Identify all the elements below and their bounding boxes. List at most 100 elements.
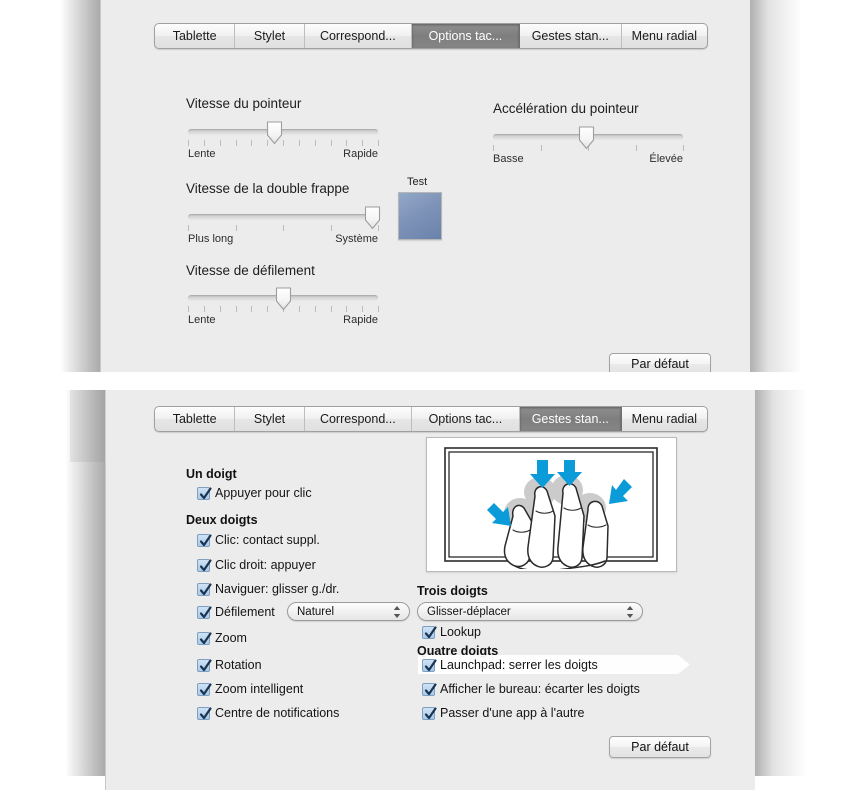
slider-tick [203, 140, 205, 146]
tab-stylet[interactable]: Stylet [235, 407, 305, 431]
slider-max-label: Rapide [343, 314, 378, 326]
checkbox-row-launchpad[interactable]: Launchpad: serrer les doigts [422, 656, 598, 674]
slider-tick [314, 140, 316, 146]
tab-label: Options tac... [428, 412, 503, 426]
checkbox-label: Afficher le bureau: écarter les doigts [440, 682, 640, 696]
checkbox-icon[interactable] [197, 605, 212, 619]
slider-min-label: Basse [493, 153, 524, 165]
window-shadow-left-top [60, 0, 100, 372]
slider-ticks [188, 225, 379, 232]
checkbox-row-rotation[interactable]: Rotation [197, 656, 262, 674]
slider-tick [683, 145, 684, 151]
slider-tick [219, 140, 221, 146]
label-acceleration-pointeur: Accélération du pointeur [493, 101, 639, 116]
checkbox-row-clic-droit-appuyer[interactable]: Clic droit: appuyer [197, 556, 316, 574]
checkbox-icon[interactable] [197, 658, 212, 672]
slider-tick [346, 140, 348, 146]
checkbox-icon[interactable] [422, 658, 437, 672]
tab-gestes-standards[interactable]: Gestes stan... [519, 407, 622, 431]
tab-stylet[interactable]: Stylet [235, 24, 305, 48]
slider-tick [235, 140, 237, 146]
checkbox-row-zoom[interactable]: Zoom [197, 629, 247, 647]
slider-tick [251, 306, 253, 312]
label-vitesse-defilement: Vitesse de défilement [186, 263, 315, 278]
checkbox-icon[interactable] [197, 558, 212, 572]
slider-track [188, 214, 378, 220]
default-button-bottom[interactable]: Par défaut [609, 736, 711, 758]
checkbox-icon[interactable] [197, 706, 212, 720]
slider-tick [362, 140, 364, 146]
checkbox-row-defilement[interactable]: Défilement [197, 603, 275, 621]
checkbox-label: Clic: contact suppl. [215, 533, 320, 547]
checkbox-icon[interactable] [197, 631, 212, 645]
slider-tick [362, 306, 364, 312]
default-button-label: Par défaut [631, 740, 689, 754]
stepper-arrows-icon [626, 605, 634, 622]
checkbox-icon[interactable] [197, 682, 212, 696]
window-shadow-right-bottom [755, 390, 807, 776]
checkbox-row-appuyer-pour-clic[interactable]: Appuyer pour clic [197, 484, 312, 502]
checkbox-label: Zoom [215, 631, 247, 645]
heading-trois-doigts: Trois doigts [417, 584, 488, 598]
slider-tick [635, 145, 637, 151]
checkbox-row-zoom-intelligent[interactable]: Zoom intelligent [197, 680, 303, 698]
heading-un-doigt: Un doigt [186, 467, 237, 481]
checkbox-row-centre-notifications[interactable]: Centre de notifications [197, 704, 339, 722]
tab-options-tactiles[interactable]: Options tac... [412, 407, 520, 431]
checkbox-icon[interactable] [422, 706, 437, 720]
checkbox-label: Zoom intelligent [215, 682, 304, 696]
tab-options-tactiles[interactable]: Options tac... [411, 24, 520, 48]
slider-tick [235, 225, 237, 231]
tab-label: Tablette [172, 29, 217, 43]
checkbox-row-passer-app[interactable]: Passer d'une app à l'autre [422, 704, 584, 722]
slider-tick [251, 140, 253, 146]
checkbox-label: Passer d'une app à l'autre [440, 706, 585, 720]
slider-thumb[interactable] [265, 121, 284, 150]
tab-correspondance[interactable]: Correspond... [305, 407, 412, 431]
slider-thumb[interactable] [363, 206, 382, 235]
slider-tick [298, 140, 300, 146]
checkbox-icon[interactable] [422, 625, 437, 639]
tab-gestes-standards[interactable]: Gestes stan... [520, 24, 622, 48]
checkbox-label: Lookup [440, 625, 482, 639]
slider-tick [219, 306, 221, 312]
slider-tick [540, 145, 542, 151]
slider-tick [346, 306, 348, 312]
popup-value: Naturel [297, 605, 335, 618]
checkbox-label: Appuyer pour clic [215, 486, 312, 500]
tab-correspondance[interactable]: Correspond... [305, 24, 412, 48]
checkbox-icon[interactable] [197, 582, 212, 596]
slider-thumb[interactable] [274, 287, 293, 316]
checkbox-row-afficher-bureau[interactable]: Afficher le bureau: écarter les doigts [422, 680, 640, 698]
test-color-swatch[interactable] [398, 192, 442, 240]
tab-menu-radial[interactable]: Menu radial [622, 407, 707, 431]
checkbox-icon[interactable] [197, 533, 212, 547]
checkbox-label: Rotation [215, 658, 262, 672]
popup-defilement-mode[interactable]: Naturel [287, 602, 410, 621]
popup-trois-doigts-action[interactable]: Glisser-déplacer [417, 602, 643, 621]
tab-bar-top[interactable]: Tablette Stylet Correspond... Options ta… [154, 23, 708, 49]
tab-menu-radial[interactable]: Menu radial [622, 24, 707, 48]
checkbox-row-clic-contact-suppl[interactable]: Clic: contact suppl. [197, 531, 320, 549]
panel-separator-gap [0, 372, 850, 390]
heading-deux-doigts: Deux doigts [186, 513, 258, 527]
checkbox-icon[interactable] [197, 486, 212, 500]
checkbox-label: Clic droit: appuyer [215, 558, 316, 572]
slider-thumb[interactable] [577, 126, 596, 155]
label-vitesse-pointeur: Vitesse du pointeur [186, 96, 302, 111]
checkbox-label: Launchpad: serrer les doigts [440, 658, 598, 672]
slider-min-label: Lente [188, 148, 216, 160]
stepper-arrows-icon [393, 605, 401, 622]
slider-min-label: Plus long [188, 233, 234, 245]
slider-tick [188, 225, 189, 231]
checkbox-row-lookup[interactable]: Lookup [422, 623, 481, 641]
checkbox-row-naviguer-glisser[interactable]: Naviguer: glisser g./dr. [197, 580, 339, 598]
tab-bar-bottom[interactable]: Tablette Stylet Correspond... Options ta… [154, 406, 708, 432]
window-shadow-right-top [750, 0, 802, 372]
checkbox-icon[interactable] [422, 682, 437, 696]
checkbox-label: Centre de notifications [215, 706, 340, 720]
slider-tick [267, 306, 269, 312]
slider-tick [298, 306, 300, 312]
tab-tablette[interactable]: Tablette [155, 407, 236, 431]
tab-tablette[interactable]: Tablette [155, 24, 236, 48]
